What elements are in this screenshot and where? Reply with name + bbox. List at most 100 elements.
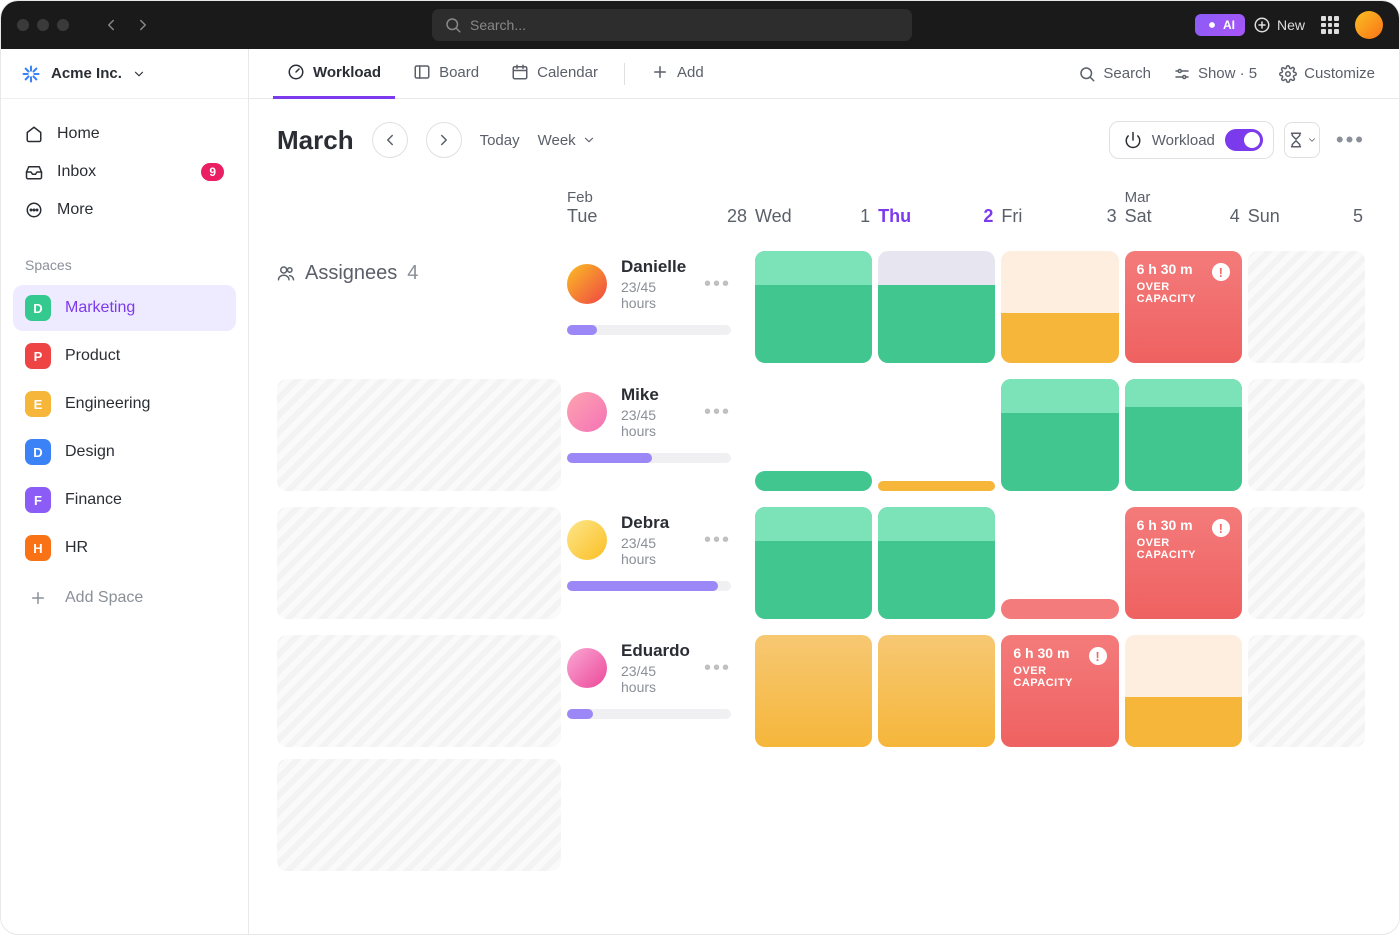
traffic-max[interactable] — [57, 19, 69, 31]
next-period-button[interactable] — [426, 122, 462, 158]
person-hours: 23/45 hours — [621, 535, 690, 567]
warning-icon: ! — [1212, 519, 1230, 537]
capacity-cell[interactable]: 6 h 30 mOVER CAPACITY! — [1125, 241, 1248, 369]
space-item-finance[interactable]: FFinance — [13, 477, 236, 523]
weekend-cell — [277, 507, 561, 619]
board-icon — [413, 63, 431, 81]
nav-inbox[interactable]: Inbox 9 — [13, 153, 236, 191]
capacity-cell[interactable] — [1125, 369, 1248, 497]
day-header: FebTue28 — [567, 177, 755, 241]
capacity-cell[interactable] — [878, 625, 1001, 753]
global-search-input[interactable]: Search... — [432, 9, 912, 41]
workload-toggle[interactable] — [1225, 129, 1263, 151]
space-item-engineering[interactable]: EEngineering — [13, 381, 236, 427]
capacity-cell[interactable] — [277, 753, 567, 877]
capacity-cell[interactable]: 6 h 30 mOVER CAPACITY! — [1001, 625, 1124, 753]
capacity-cell[interactable] — [755, 369, 878, 497]
sparkle-icon — [1205, 18, 1219, 32]
capacity-cell[interactable] — [755, 497, 878, 625]
history-forward-button[interactable] — [129, 11, 157, 39]
range-select[interactable]: Week — [538, 132, 596, 149]
weekend-cell — [277, 379, 561, 491]
assignee-cell: Mike23/45 hours••• — [567, 369, 755, 497]
space-badge: D — [25, 439, 51, 465]
view-customize-button[interactable]: Customize — [1279, 65, 1375, 83]
day-header: Fri3 — [1001, 177, 1124, 241]
view-search-button[interactable]: Search — [1078, 65, 1151, 83]
plus-icon — [29, 589, 47, 607]
capacity-cell[interactable] — [277, 369, 567, 497]
capacity-cell[interactable] — [1001, 241, 1124, 369]
capacity-cell[interactable] — [1001, 497, 1124, 625]
weekend-cell — [277, 635, 561, 747]
capacity-cell[interactable] — [1248, 241, 1371, 369]
capacity-cell[interactable] — [1248, 497, 1371, 625]
day-header: Thu2 — [878, 177, 1001, 241]
person-avatar[interactable] — [567, 520, 607, 560]
row-menu-button[interactable]: ••• — [704, 657, 731, 680]
traffic-close[interactable] — [17, 19, 29, 31]
capacity-cell[interactable] — [878, 497, 1001, 625]
nav-more[interactable]: More — [13, 191, 236, 229]
capacity-cell[interactable] — [878, 369, 1001, 497]
capacity-cell[interactable] — [755, 241, 878, 369]
assignee-cell: Debra23/45 hours••• — [567, 497, 755, 625]
capacity-cell[interactable] — [277, 497, 567, 625]
apps-grid-icon[interactable] — [1321, 16, 1339, 34]
capacity-cell[interactable]: 6 h 30 mOVER CAPACITY! — [1125, 497, 1248, 625]
space-badge: H — [25, 535, 51, 561]
user-avatar[interactable] — [1355, 11, 1383, 39]
sidebar: Acme Inc. Home Inbox 9 More Spaces — [1, 49, 249, 934]
gauge-icon — [287, 63, 305, 81]
hourglass-icon — [1287, 131, 1305, 149]
more-options-button[interactable]: ••• — [1330, 127, 1371, 153]
capacity-cell[interactable] — [1248, 625, 1371, 753]
assignee-cell: Danielle23/45 hours••• — [567, 241, 755, 369]
workload-toggle-pill[interactable]: Workload — [1109, 121, 1274, 159]
traffic-min[interactable] — [37, 19, 49, 31]
capacity-cell[interactable] — [1001, 369, 1124, 497]
capacity-cell[interactable] — [1125, 625, 1248, 753]
nav-home[interactable]: Home — [13, 115, 236, 153]
day-header: Sun5 — [1248, 177, 1371, 241]
filter-button[interactable] — [1284, 122, 1320, 158]
prev-period-button[interactable] — [372, 122, 408, 158]
warning-icon: ! — [1212, 263, 1230, 281]
tab-calendar[interactable]: Calendar — [497, 49, 612, 99]
person-avatar[interactable] — [567, 264, 607, 304]
row-menu-button[interactable]: ••• — [704, 273, 731, 296]
spaces-section-label: Spaces — [1, 237, 248, 283]
person-avatar[interactable] — [567, 392, 607, 432]
assignees-header: Assignees4 — [277, 177, 567, 369]
add-space-button[interactable]: Add Space — [13, 575, 236, 621]
plus-circle-icon — [1253, 16, 1271, 34]
space-item-hr[interactable]: HHR — [13, 525, 236, 571]
window-traffic-lights — [17, 19, 69, 31]
space-item-marketing[interactable]: DMarketing — [13, 285, 236, 331]
tab-workload[interactable]: Workload — [273, 49, 395, 99]
capacity-cell[interactable] — [277, 625, 567, 753]
capacity-cell[interactable] — [755, 625, 878, 753]
day-header: MarSat4 — [1125, 177, 1248, 241]
view-show-button[interactable]: Show · 5 — [1173, 65, 1257, 83]
progress-bar — [567, 581, 731, 591]
tab-board[interactable]: Board — [399, 49, 493, 99]
today-button[interactable]: Today — [480, 132, 520, 149]
capacity-cell[interactable] — [878, 241, 1001, 369]
chevron-down-icon — [582, 133, 596, 147]
person-hours: 23/45 hours — [621, 663, 690, 695]
search-icon — [1078, 65, 1096, 83]
row-menu-button[interactable]: ••• — [704, 401, 731, 424]
space-item-product[interactable]: PProduct — [13, 333, 236, 379]
history-back-button[interactable] — [97, 11, 125, 39]
page-title: March — [277, 125, 354, 156]
capacity-cell[interactable] — [1248, 369, 1371, 497]
row-menu-button[interactable]: ••• — [704, 529, 731, 552]
workspace-switcher[interactable]: Acme Inc. — [1, 49, 248, 99]
tab-add-view[interactable]: Add — [637, 49, 718, 99]
space-item-design[interactable]: DDesign — [13, 429, 236, 475]
new-button[interactable]: New — [1253, 16, 1305, 34]
person-avatar[interactable] — [567, 648, 607, 688]
gear-icon — [1279, 65, 1297, 83]
ai-button[interactable]: AI — [1195, 14, 1245, 36]
